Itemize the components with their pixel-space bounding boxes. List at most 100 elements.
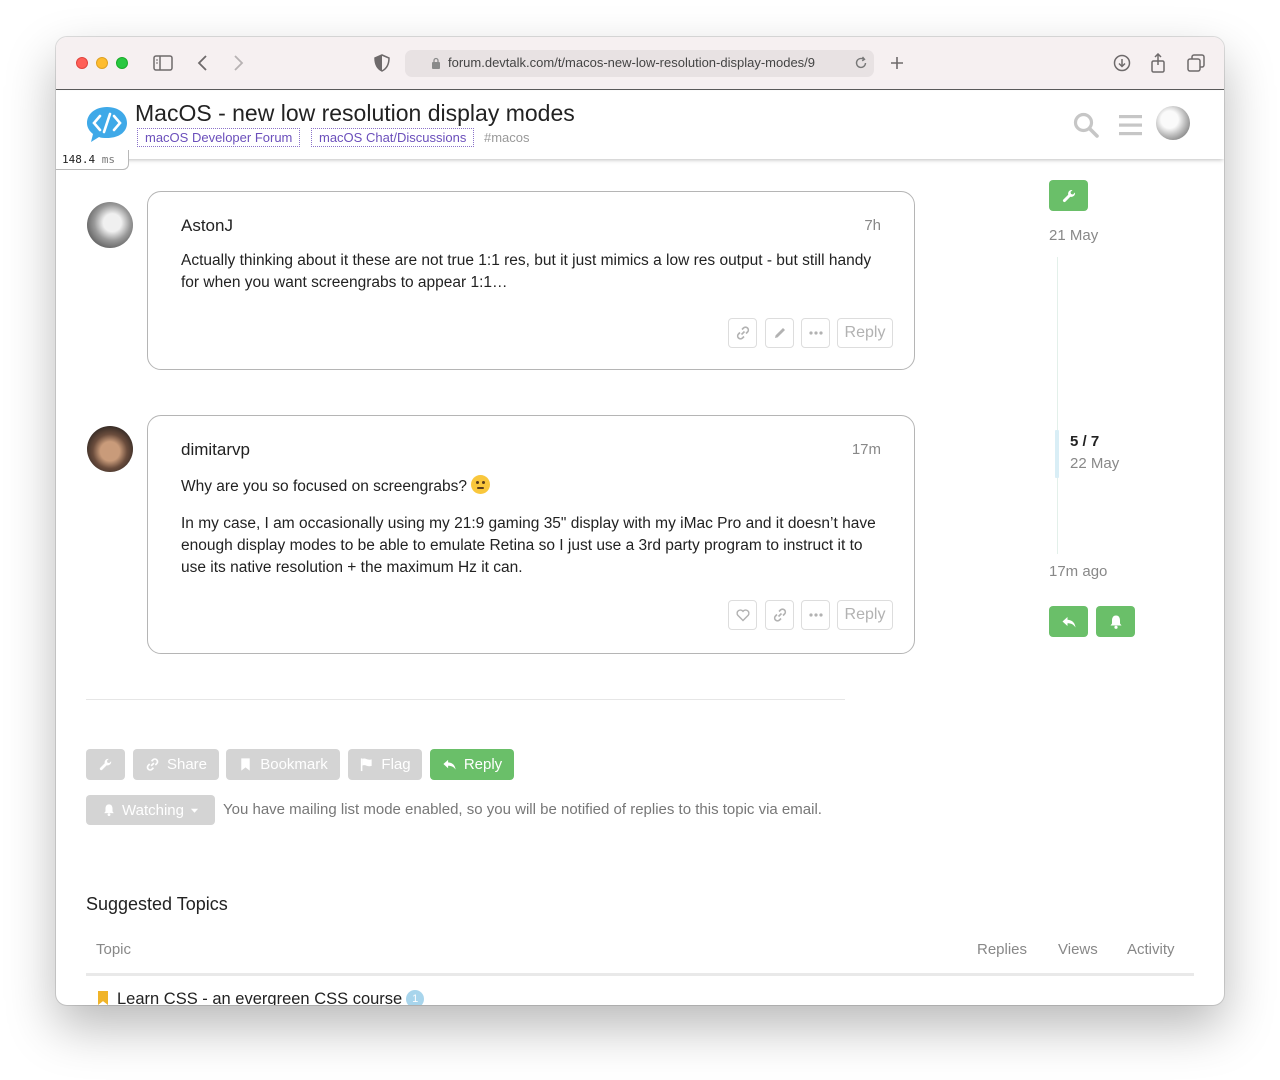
column-header-topic[interactable]: Topic [96, 941, 131, 958]
privacy-shield-icon[interactable] [371, 53, 393, 73]
column-header-views[interactable]: Views [1058, 941, 1098, 958]
copy-link-button[interactable] [728, 318, 757, 348]
new-tab-icon[interactable] [886, 53, 908, 73]
pencil-icon [774, 328, 785, 338]
avatar[interactable] [87, 202, 133, 248]
post-username[interactable]: dimitarvp [181, 440, 250, 460]
avatar[interactable] [87, 426, 133, 472]
unread-count-badge[interactable]: 1 [406, 990, 425, 1005]
post-paragraph: In my case, I am occasionally using my 2… [181, 515, 876, 576]
forward-icon[interactable] [227, 53, 249, 73]
bookmark-icon [98, 991, 108, 1005]
current-user-avatar[interactable] [1156, 106, 1190, 140]
heart-icon [735, 609, 750, 622]
category-badge-macos-chat[interactable]: macOS Chat/Discussions [311, 128, 475, 147]
share-icon[interactable] [1147, 53, 1169, 73]
search-icon[interactable] [1072, 111, 1100, 139]
back-icon[interactable] [193, 53, 215, 73]
post-username[interactable]: AstonJ [181, 216, 233, 236]
flag-icon [361, 758, 373, 772]
caret-down-icon [190, 808, 199, 813]
hamburger-menu-icon[interactable] [1117, 111, 1145, 139]
url-text: forum.devtalk.com/t/macos-new-low-resolu… [448, 55, 816, 70]
timeline-notifications-button[interactable] [1096, 606, 1135, 637]
notification-level-dropdown[interactable]: Watching [86, 795, 215, 825]
bookmark-icon [241, 758, 250, 771]
sidebar-toggle-icon[interactable] [152, 53, 174, 73]
post-body: Why are you so focused on screengrabs? I… [181, 475, 881, 594]
post-paragraph: Why are you so focused on screengrabs? [181, 475, 881, 498]
post-reply-button[interactable]: Reply [837, 600, 893, 630]
tag-macos[interactable]: #macos [484, 130, 530, 145]
copy-link-button[interactable] [765, 600, 794, 630]
bookmark-button[interactable]: Bookmark [226, 749, 340, 780]
table-header-divider [86, 973, 1194, 976]
post-paragraph: Actually thinking about it these are not… [181, 252, 872, 291]
timeline-start-date[interactable]: 21 May [1049, 227, 1098, 244]
notification-notice: You have mailing list mode enabled, so y… [223, 801, 822, 818]
post-timestamp[interactable]: 7h [864, 217, 881, 234]
link-icon [773, 608, 786, 622]
watching-label: Watching [122, 801, 184, 819]
more-actions-button[interactable] [801, 318, 830, 348]
downloads-icon[interactable] [1111, 53, 1133, 73]
timeline-handle[interactable] [1055, 430, 1059, 478]
topic-title[interactable]: MacOS - new low resolution display modes [135, 100, 575, 127]
topic-admin-menu-button[interactable] [86, 749, 125, 780]
link-icon [146, 758, 159, 771]
timing-value: 148.4 [62, 153, 96, 166]
timeline-end-label[interactable]: 17m ago [1049, 563, 1107, 580]
posts-divider [86, 699, 845, 700]
reply-label: Reply [463, 756, 503, 773]
share-label: Share [166, 756, 208, 773]
post-paragraph-text: Why are you so focused on screengrabs? [181, 478, 468, 495]
flag-label: Flag [381, 756, 411, 773]
tabs-overview-icon[interactable] [1185, 53, 1207, 73]
thinking-emoji-icon [471, 475, 491, 494]
table-row[interactable]: Learn CSS - an evergreen CSS course 1 [117, 990, 425, 1005]
category-badge-macos-developer-forum[interactable]: macOS Developer Forum [137, 128, 301, 147]
timeline-position-date: 22 May [1070, 455, 1120, 472]
share-button[interactable]: Share [133, 749, 219, 780]
post-card: AstonJ 7h Actually thinking about it the… [147, 191, 915, 370]
more-actions-button[interactable] [801, 600, 830, 630]
column-header-replies[interactable]: Replies [977, 941, 1027, 958]
reload-icon[interactable] [853, 55, 869, 71]
address-bar[interactable]: forum.devtalk.com/t/macos-new-low-resolu… [405, 50, 874, 77]
ellipsis-icon [808, 613, 823, 617]
browser-toolbar: forum.devtalk.com/t/macos-new-low-resolu… [56, 37, 1224, 90]
flag-button[interactable]: Flag [348, 749, 422, 780]
topic-link[interactable]: Learn CSS - an evergreen CSS course [117, 990, 402, 1005]
post-body: Actually thinking about it these are not… [181, 250, 881, 309]
column-header-activity[interactable]: Activity [1127, 941, 1175, 958]
lock-icon [432, 57, 440, 69]
timing-unit: ms [101, 153, 115, 166]
post-timestamp[interactable]: 17m [852, 441, 881, 458]
post-card: dimitarvp 17m Why are you so focused on … [147, 415, 915, 654]
zoom-window-button[interactable] [116, 57, 128, 69]
timeline-position: 5 / 7 [1070, 433, 1100, 450]
bookmark-label: Bookmark [260, 756, 328, 773]
footer-reply-button[interactable]: Reply [430, 749, 514, 780]
browser-window: forum.devtalk.com/t/macos-new-low-resolu… [56, 37, 1224, 1005]
devtalk-logo-icon[interactable] [85, 105, 129, 143]
minimize-window-button[interactable] [96, 57, 108, 69]
ellipsis-icon [808, 331, 823, 335]
reply-icon [1062, 616, 1075, 627]
site-header: MacOS - new low resolution display modes… [56, 91, 1224, 159]
wrench-icon [1062, 189, 1075, 202]
link-icon [736, 326, 749, 340]
timeline-rail[interactable] [1057, 257, 1058, 554]
topic-admin-button[interactable] [1049, 180, 1088, 211]
like-button[interactable] [728, 600, 757, 630]
reply-icon [443, 759, 456, 770]
bell-icon [1110, 615, 1121, 629]
bell-icon [104, 804, 114, 817]
wrench-icon [99, 758, 112, 771]
post-reply-button[interactable]: Reply [837, 318, 893, 348]
edit-button[interactable] [765, 318, 794, 348]
suggested-topics-heading: Suggested Topics [86, 894, 228, 914]
profiler-timing-badge[interactable]: 148.4 ms [56, 150, 129, 170]
close-window-button[interactable] [76, 57, 88, 69]
timeline-reply-button[interactable] [1049, 606, 1088, 637]
